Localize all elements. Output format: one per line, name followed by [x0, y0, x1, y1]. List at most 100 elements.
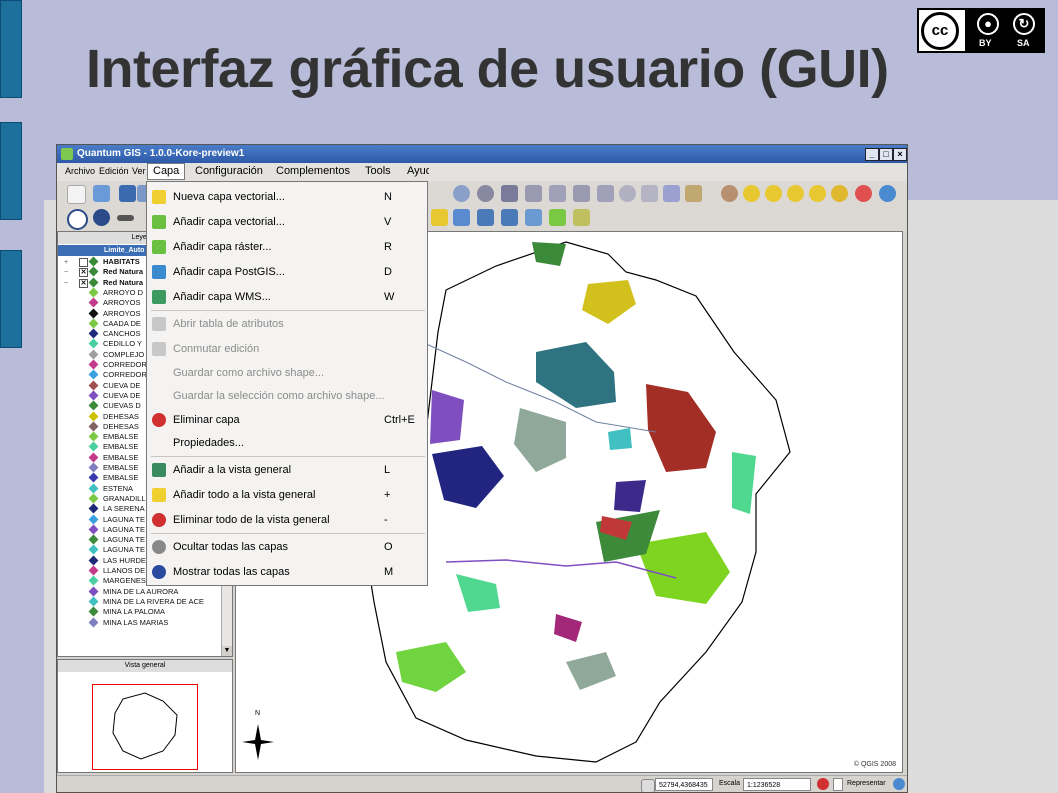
open-project-icon[interactable]	[93, 185, 110, 202]
slide-deco-bar	[0, 122, 22, 220]
capa-menu-item[interactable]: Guardar como archivo shape...	[147, 362, 427, 384]
menu-configuracion[interactable]: Configuración	[195, 165, 263, 177]
layer-visibility-checkbox[interactable]: ✕	[79, 268, 88, 278]
map-tips-icon[interactable]	[525, 209, 542, 226]
add-vector-layer-icon	[152, 215, 166, 229]
layer-visibility-checkbox[interactable]	[79, 258, 88, 267]
license-sa: SA	[1017, 38, 1030, 48]
layer-symbol-icon	[88, 421, 99, 432]
zoom-in-icon[interactable]	[743, 185, 760, 202]
zoom-last-icon[interactable]	[855, 185, 872, 202]
refresh-icon[interactable]	[879, 185, 896, 202]
window-titlebar: Quantum GIS - 1.0.0-Kore-preview1 _ □ ×	[57, 145, 907, 163]
render-label: Representar	[847, 780, 886, 787]
copyright-plugin-icon[interactable]	[67, 209, 88, 230]
scale-input[interactable]: 1:1236528	[743, 778, 811, 791]
layer-visibility-checkbox[interactable]: ✕	[79, 278, 88, 288]
layer-symbol-icon	[88, 277, 99, 288]
capa-menu-item[interactable]: Eliminar todo de la vista general -	[147, 509, 427, 531]
capa-menu-item[interactable]: Añadir capa ráster... R	[147, 236, 427, 258]
delete-feature-icon[interactable]	[573, 185, 590, 202]
legend-layer-label: CUEVAS D	[103, 401, 141, 411]
annotation-icon[interactable]	[549, 209, 566, 226]
zoom-layer-icon[interactable]	[809, 185, 826, 202]
copy-icon[interactable]	[663, 185, 680, 202]
zoom-selection-icon[interactable]	[831, 185, 848, 202]
move-feature-icon[interactable]	[549, 185, 566, 202]
split-icon[interactable]	[597, 185, 614, 202]
measure-area-icon[interactable]	[501, 209, 518, 226]
node-tool-icon[interactable]	[501, 185, 518, 202]
capa-menu-item-label: Añadir capa WMS...	[173, 291, 271, 303]
close-button[interactable]: ×	[893, 148, 907, 161]
legend-layer-label: ESTENA	[103, 483, 134, 493]
capa-menu-item[interactable]: Guardar la selección como archivo shape.…	[147, 385, 427, 407]
layer-symbol-icon	[88, 431, 99, 442]
maximize-button[interactable]: □	[879, 148, 893, 161]
layer-symbol-icon	[88, 359, 99, 370]
capa-menu-item[interactable]: Añadir todo a la vista general +	[147, 484, 427, 506]
legend-layer-label: EMBALSE	[103, 473, 139, 483]
menu-ver[interactable]: Ver	[132, 166, 146, 176]
legend-layer-label: CUEVA DE	[103, 390, 141, 400]
legend-layer-item[interactable]: MINA LAS MARIAS	[58, 617, 232, 628]
move-icon[interactable]	[525, 185, 542, 202]
scroll-down-icon[interactable]: ▼	[222, 646, 232, 656]
measure-line-icon[interactable]	[477, 209, 494, 226]
save-project-icon[interactable]	[119, 185, 136, 202]
capa-menu-item[interactable]: Añadir a la vista general L	[147, 459, 427, 481]
legend-layer-item[interactable]: MINA LA PALOMA	[58, 606, 232, 617]
north-arrow-icon[interactable]	[93, 209, 110, 226]
legend-layer-label: CORREDOR	[103, 370, 147, 380]
cancel-icon[interactable]	[619, 185, 636, 202]
projection-icon[interactable]	[893, 778, 905, 790]
layer-symbol-icon	[88, 544, 99, 555]
coordinate-capture-icon[interactable]	[641, 779, 655, 792]
menu-ayuda[interactable]: Ayuda	[407, 165, 429, 177]
menu-complementos[interactable]: Complementos	[276, 165, 350, 177]
layer-symbol-icon	[88, 472, 99, 483]
pan-icon[interactable]	[721, 185, 738, 202]
capa-menu-item[interactable]: Eliminar capa Ctrl+E	[147, 409, 427, 431]
zoom-box-icon[interactable]	[787, 185, 804, 202]
identify-icon[interactable]	[431, 209, 448, 226]
capa-menu-item[interactable]: Propiedades...	[147, 432, 427, 454]
digitize-icon[interactable]	[477, 185, 494, 202]
menu-archivo[interactable]: Archivo	[65, 166, 95, 176]
zoom-full-icon[interactable]	[453, 185, 470, 202]
paste-icon[interactable]	[685, 185, 702, 202]
legend-layer-label: Red Natura	[103, 267, 144, 277]
minimize-button[interactable]: _	[865, 148, 879, 161]
capa-menu-item[interactable]: Añadir capa WMS... W	[147, 286, 427, 308]
capa-menu-item-label: Propiedades...	[173, 437, 244, 449]
capa-menu-item[interactable]: Abrir tabla de atributos	[147, 313, 427, 335]
cc-icon: cc	[921, 12, 959, 50]
attribute-table-icon[interactable]	[453, 209, 470, 226]
overview-extent-frame[interactable]	[92, 684, 198, 770]
render-checkbox[interactable]	[833, 778, 843, 791]
capa-menu-item-label: Añadir todo a la vista general	[173, 489, 316, 501]
layer-symbol-icon	[88, 586, 99, 597]
capa-menu-item[interactable]: Nueva capa vectorial... N	[147, 186, 427, 208]
menu-capa[interactable]: Capa	[147, 163, 185, 180]
layer-symbol-icon	[88, 452, 99, 463]
new-project-icon[interactable]	[67, 185, 86, 204]
menu-tools[interactable]: Tools	[365, 165, 391, 177]
layer-symbol-icon	[88, 411, 99, 421]
scale-bar-icon[interactable]	[117, 215, 134, 221]
capa-menu-item[interactable]: Añadir capa vectorial... V	[147, 211, 427, 233]
legend-layer-item[interactable]: MINA DE LA AURORA	[58, 586, 232, 597]
capa-menu-item[interactable]: Mostrar todas las capas M	[147, 561, 427, 583]
stop-render-icon[interactable]	[817, 778, 829, 790]
capa-menu-item[interactable]: Conmutar edición	[147, 338, 427, 360]
cut-icon[interactable]	[641, 185, 658, 202]
zoom-out-icon[interactable]	[765, 185, 782, 202]
legend-layer-label: MINA LAS MARIAS	[103, 617, 169, 627]
capa-menu-item[interactable]: Añadir capa PostGIS... D	[147, 261, 427, 283]
add-raster-layer-icon	[152, 240, 166, 254]
menu-edicion[interactable]: Edición	[99, 166, 129, 176]
bookmark-icon[interactable]	[573, 209, 590, 226]
capa-menu-item[interactable]: Ocultar todas las capas O	[147, 536, 427, 558]
layer-symbol-icon	[88, 400, 99, 411]
legend-layer-item[interactable]: MINA DE LA RIVERA DE ACE	[58, 596, 232, 607]
